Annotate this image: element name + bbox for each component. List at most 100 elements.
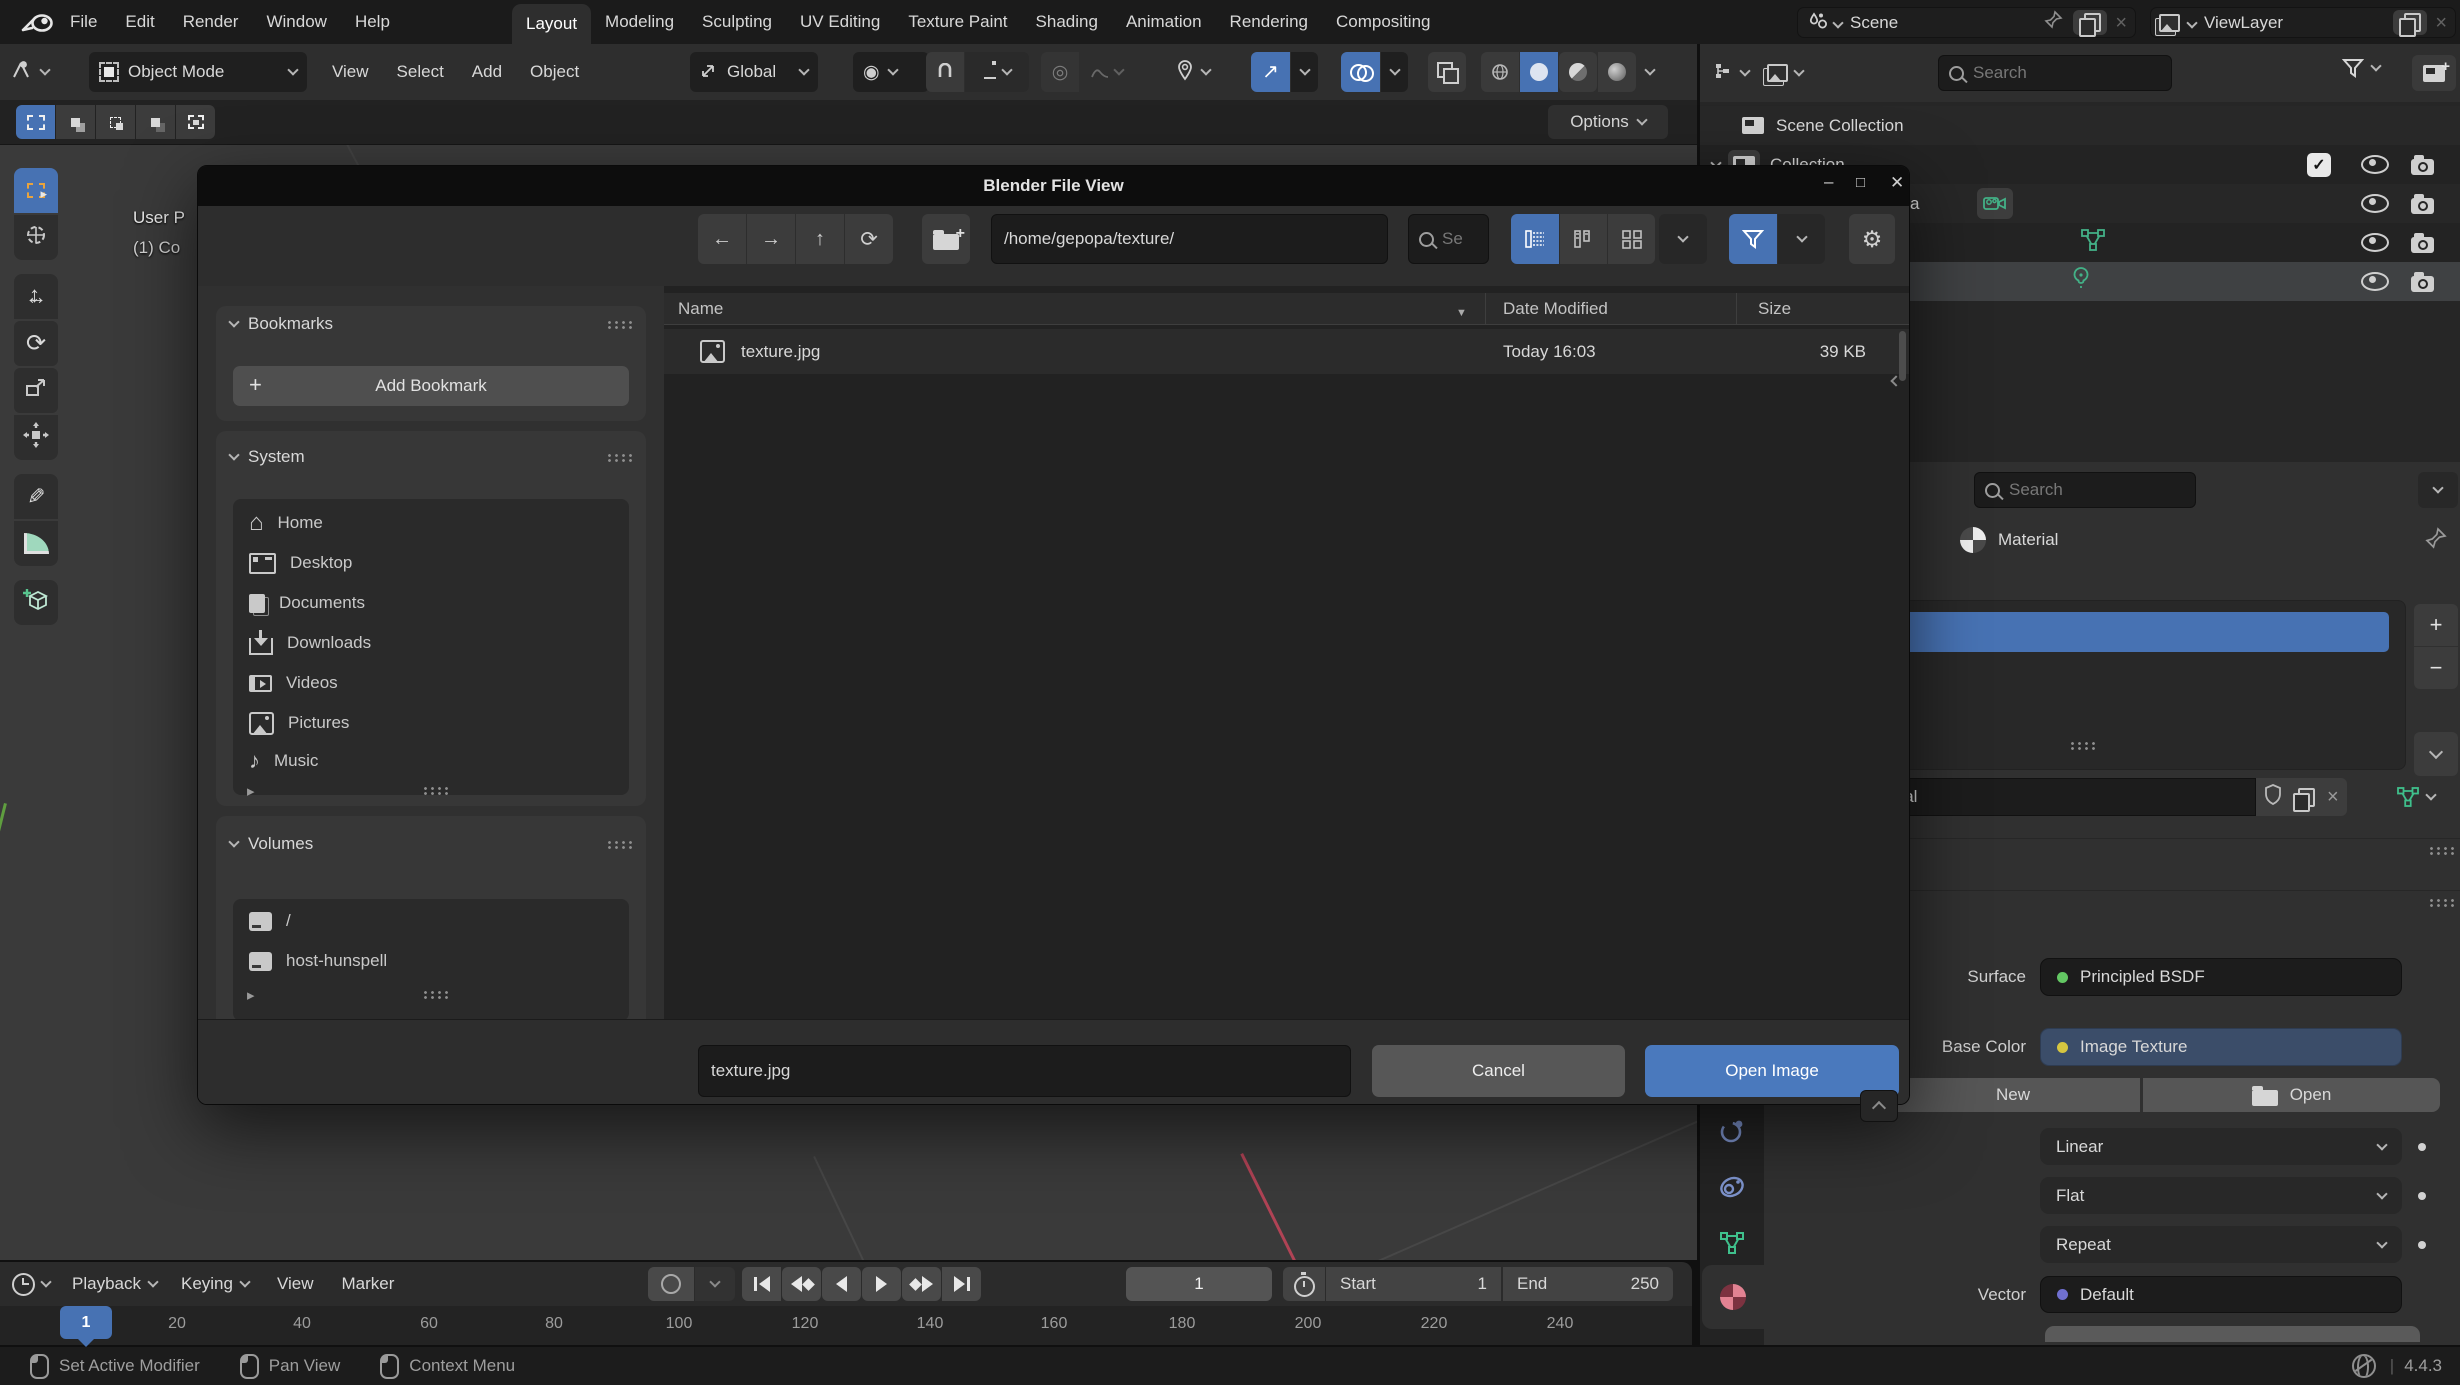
tool-scale[interactable] — [14, 368, 58, 413]
fake-user-shield-icon[interactable] — [2264, 784, 2282, 810]
refresh-button[interactable] — [845, 214, 893, 264]
current-frame-field[interactable]: 1 — [1126, 1267, 1272, 1301]
viewlayer-name[interactable]: ViewLayer — [2204, 13, 2393, 33]
volumes-grip[interactable] — [606, 840, 632, 849]
play-button[interactable] — [862, 1267, 901, 1301]
tab-constraints[interactable] — [1718, 1174, 1746, 1205]
menu-help[interactable]: Help — [341, 12, 404, 32]
scroll-up-caret-button[interactable] — [1860, 1090, 1898, 1122]
outliner-filter-dropdown[interactable] — [2342, 58, 2380, 78]
play-reverse-button[interactable] — [822, 1267, 861, 1301]
shading-material-button[interactable] — [1559, 52, 1597, 92]
tool-cursor[interactable] — [14, 215, 58, 260]
next-keyframe-button[interactable] — [902, 1267, 941, 1301]
object-visibility-icon[interactable] — [1175, 59, 1195, 86]
breadcrumb-label[interactable]: Material — [1998, 530, 2058, 550]
new-collection-button[interactable]: + — [2412, 55, 2456, 91]
frame-start-field[interactable]: Start 1 — [1326, 1267, 1501, 1301]
filter-settings-dropdown[interactable] — [1778, 214, 1825, 264]
camera-visibility-icon[interactable] — [2411, 198, 2434, 214]
visibility-chevron-icon[interactable] — [1200, 64, 1211, 75]
properties-options-button[interactable] — [2418, 472, 2458, 508]
path-input[interactable] — [991, 214, 1388, 264]
properties-pin-icon[interactable] — [2424, 526, 2448, 555]
bookmarks-grip[interactable] — [606, 320, 632, 329]
editor-type-button[interactable] — [10, 59, 49, 86]
system-grip[interactable] — [606, 453, 632, 462]
timeline-editor-type-button[interactable] — [12, 1273, 50, 1296]
sidebar-item-music[interactable]: Music — [233, 743, 629, 779]
unlink-scene-icon[interactable] — [2115, 13, 2127, 33]
scene-name[interactable]: Scene — [1850, 13, 2043, 33]
image-new-button[interactable]: New — [1886, 1078, 2140, 1112]
shading-dropdown-chevron-icon[interactable] — [1644, 64, 1655, 75]
pin-icon[interactable] — [2043, 10, 2063, 35]
close-icon[interactable]: ✕ — [1890, 173, 1904, 193]
panel-grip[interactable] — [2428, 846, 2454, 855]
forward-button[interactable] — [747, 214, 795, 264]
column-name[interactable]: Name — [678, 299, 723, 319]
panel-grip[interactable] — [2428, 898, 2454, 907]
playhead[interactable]: 1 — [60, 1306, 112, 1339]
add-bookmark-button[interactable]: Add Bookmark — [233, 366, 629, 406]
system-collapse-icon[interactable] — [228, 449, 239, 460]
shading-rendered-button[interactable] — [1598, 52, 1636, 92]
dialog-search[interactable] — [1408, 214, 1489, 264]
display-vertical-list-button[interactable] — [1511, 214, 1559, 264]
volumes-collapse-icon[interactable] — [228, 836, 239, 847]
sidebar-item-desktop[interactable]: Desktop — [233, 543, 629, 583]
viewport-menu-add[interactable]: Add — [458, 62, 516, 82]
remove-viewlayer-icon[interactable] — [2435, 13, 2447, 33]
image-open-button[interactable]: Open — [2143, 1078, 2440, 1112]
auto-keying-toggle[interactable] — [648, 1267, 694, 1301]
tool-select-box[interactable]: ▸ — [14, 168, 58, 213]
new-scene-copy-icon[interactable] — [2073, 10, 2107, 35]
overlays-toggle[interactable] — [1341, 52, 1380, 92]
display-thumbnails-button[interactable] — [1608, 214, 1655, 264]
viewlayer-selector[interactable]: ViewLayer — [2150, 7, 2456, 38]
add-material-slot-button[interactable] — [2414, 604, 2458, 646]
file-row-texture[interactable]: texture.jpg Today 16:03 39 KB — [664, 329, 1909, 374]
panel-expand-icon[interactable] — [247, 986, 255, 1003]
tab-sculpting[interactable]: Sculpting — [688, 12, 786, 32]
sort-descending-icon[interactable] — [1456, 302, 1467, 319]
playback-menu[interactable]: Playback — [72, 1274, 157, 1294]
remove-material-slot-button[interactable] — [2414, 647, 2458, 689]
eye-icon[interactable] — [2361, 155, 2389, 174]
sidebar-item-pictures[interactable]: Pictures — [233, 703, 629, 743]
camera-visibility-icon[interactable] — [2411, 276, 2434, 292]
dialog-settings-button[interactable] — [1849, 214, 1895, 264]
tool-transform[interactable] — [14, 415, 58, 460]
timeline-marker-menu[interactable]: Marker — [328, 1274, 409, 1294]
dialog-search-input[interactable] — [1442, 229, 1472, 249]
camera-visibility-icon[interactable] — [2411, 237, 2434, 253]
volumes-title[interactable]: Volumes — [248, 834, 596, 854]
shading-wireframe-button[interactable] — [1481, 52, 1519, 92]
scene-selector[interactable]: Scene — [1797, 7, 2136, 38]
nodetree-dropdown[interactable] — [2396, 778, 2435, 816]
xray-toggle[interactable] — [1428, 52, 1466, 92]
eye-icon[interactable] — [2361, 272, 2389, 291]
pivot-dropdown[interactable] — [853, 52, 929, 92]
gizmo-toggle[interactable] — [1251, 52, 1290, 92]
camera-visibility-icon[interactable] — [2411, 159, 2434, 175]
tab-shading[interactable]: Shading — [1022, 12, 1112, 32]
viewport-menu-view[interactable]: View — [318, 62, 383, 82]
tab-modeling[interactable]: Modeling — [591, 12, 688, 32]
snap-toggle[interactable] — [926, 52, 964, 92]
proportional-edit-toggle[interactable] — [1041, 52, 1079, 92]
outliner-filter-id-dropdown[interactable] — [1767, 64, 1803, 82]
keying-menu[interactable]: Keying — [181, 1274, 249, 1294]
sidebar-item-downloads[interactable]: Downloads — [233, 623, 629, 663]
tab-animation[interactable]: Animation — [1112, 12, 1216, 32]
unlink-material-icon[interactable] — [2327, 787, 2339, 807]
panel-expand-icon[interactable] — [247, 782, 255, 799]
system-title[interactable]: System — [248, 447, 596, 467]
partial-slider[interactable] — [2045, 1326, 2420, 1342]
outliner-search[interactable] — [1938, 55, 2172, 91]
bookmarks-title[interactable]: Bookmarks — [248, 314, 596, 334]
column-size[interactable]: Size — [1758, 299, 1791, 319]
sidebar-item-documents[interactable]: Documents — [233, 583, 629, 623]
system-list-grip[interactable] — [422, 786, 448, 795]
properties-search[interactable] — [1974, 472, 2196, 508]
